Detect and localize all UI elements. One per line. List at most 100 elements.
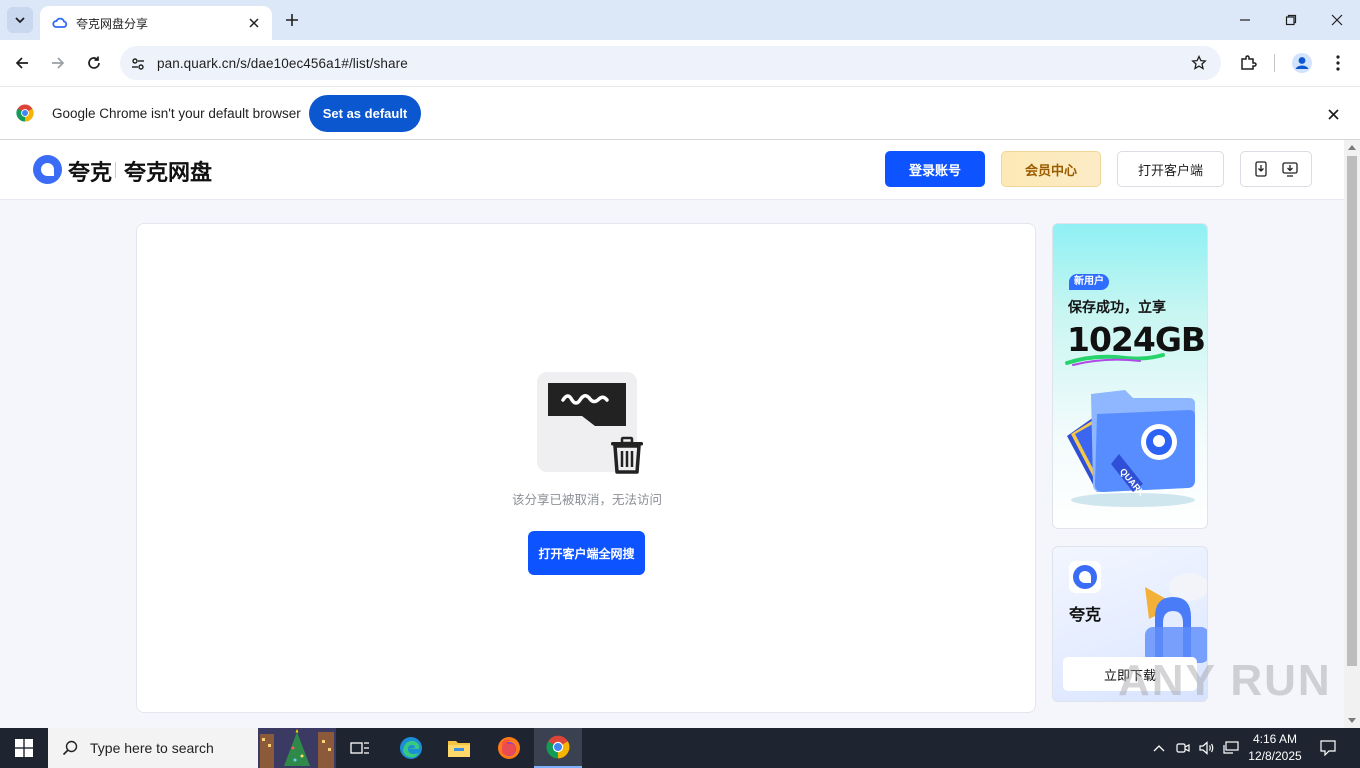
star-icon[interactable] — [1191, 55, 1207, 71]
firefox-icon — [498, 737, 520, 759]
page-content: 夸克 夸克网盘 登录账号 会员中心 打开客户端 该分享已被取消，无法访问 打开客… — [0, 140, 1344, 728]
reload-icon — [88, 56, 100, 69]
clock-time: 4:16 AM — [1252, 732, 1298, 746]
phone-download-icon[interactable] — [1254, 161, 1268, 177]
edge-icon — [400, 737, 422, 759]
close-icon — [249, 18, 259, 28]
new-user-ad-banner[interactable]: 新用户 保存成功，立享 1024GB QUARK — [1052, 223, 1208, 529]
minimize-button[interactable] — [1222, 0, 1268, 40]
scroll-up-icon[interactable] — [1348, 144, 1356, 152]
taskbar-firefox[interactable] — [485, 728, 533, 768]
ad2-brand-name: 夸克 — [1069, 605, 1102, 624]
logo-divider — [115, 162, 116, 178]
login-button[interactable]: 登录账号 — [885, 151, 985, 187]
anyrun-watermark: ANY RUN — [1118, 656, 1332, 705]
task-view-icon — [350, 742, 369, 754]
open-client-search-button[interactable]: 打开客户端全网搜 — [528, 531, 645, 575]
folder-icon — [448, 741, 470, 757]
notification-icon — [1320, 740, 1336, 756]
ad2-illustration — [1145, 573, 1207, 663]
camera-icon — [1176, 743, 1190, 753]
new-tab-button[interactable] — [280, 8, 304, 32]
header-icon-group — [1240, 151, 1312, 187]
infobar-close-button[interactable] — [1322, 103, 1344, 125]
search-icon — [62, 740, 78, 756]
set-default-button[interactable]: Set as default — [309, 95, 421, 132]
restore-button[interactable] — [1268, 0, 1314, 40]
logo-subtitle[interactable]: 夸克网盘 — [124, 155, 212, 187]
tray-meet-now[interactable] — [1172, 728, 1194, 768]
chrome-logo-icon — [16, 104, 34, 122]
quark-app-icon — [1069, 561, 1101, 593]
arrow-left-icon — [15, 57, 28, 69]
infobar-message: Google Chrome isn't your default browser — [52, 106, 301, 121]
windows-taskbar: Type here to search 4:16 AM 12/8/2025 — [0, 728, 1360, 768]
desktop-download-icon[interactable] — [1282, 161, 1298, 177]
tab-strip: 夸克网盘分享 — [0, 0, 1360, 40]
profile-button[interactable] — [1288, 49, 1316, 77]
page-scrollbar[interactable] — [1344, 140, 1360, 728]
taskbar-chrome[interactable] — [534, 728, 582, 768]
cloud-favicon-icon — [52, 17, 68, 28]
start-button[interactable] — [0, 728, 48, 768]
share-content-card: 该分享已被取消，无法访问 打开客户端全网搜 — [136, 223, 1036, 713]
scroll-down-icon[interactable] — [1348, 716, 1356, 724]
taskbar-edge[interactable] — [387, 728, 435, 768]
default-browser-infobar: Google Chrome isn't your default browser… — [0, 86, 1360, 140]
task-view-button[interactable] — [336, 728, 384, 768]
toolbar-divider — [1274, 54, 1275, 72]
taskbar-search-box[interactable]: Type here to search — [48, 728, 336, 768]
tab-close-button[interactable] — [244, 13, 264, 33]
arrow-right-icon — [52, 57, 65, 69]
ad-underline-swoosh — [1065, 353, 1165, 366]
speaker-icon — [1199, 741, 1214, 755]
windows-logo-icon — [15, 739, 33, 757]
quark-folder-illustration: QUARK — [1067, 390, 1195, 507]
scroll-thumb[interactable] — [1347, 156, 1357, 666]
open-client-button[interactable]: 打开客户端 — [1117, 151, 1224, 187]
tray-overflow-button[interactable] — [1148, 728, 1170, 768]
chevron-down-icon — [15, 17, 25, 24]
quark-logo-icon[interactable] — [33, 155, 62, 184]
puzzle-icon — [1241, 55, 1257, 70]
close-icon — [1331, 14, 1343, 26]
share-cancelled-illustration — [537, 372, 643, 474]
share-cancelled-message: 该分享已被取消，无法访问 — [511, 492, 662, 507]
site-header: 夸克 夸克网盘 登录账号 会员中心 打开客户端 — [0, 140, 1344, 200]
close-window-button[interactable] — [1314, 0, 1360, 40]
back-button[interactable] — [8, 49, 36, 77]
url-text[interactable]: pan.quark.cn/s/dae10ec456a1#/list/share — [157, 56, 408, 71]
chrome-icon — [546, 735, 570, 759]
browser-toolbar: pan.quark.cn/s/dae10ec456a1#/list/share — [0, 40, 1360, 86]
kebab-menu-icon — [1336, 55, 1340, 71]
tab-title: 夸克网盘分享 — [76, 16, 149, 31]
restore-icon — [1285, 14, 1297, 26]
address-bar[interactable]: pan.quark.cn/s/dae10ec456a1#/list/share — [120, 46, 1221, 80]
clock-date: 12/8/2025 — [1248, 749, 1302, 763]
vip-center-button[interactable]: 会员中心 — [1001, 151, 1101, 187]
notification-center-button[interactable] — [1310, 728, 1346, 768]
taskbar-file-explorer[interactable] — [435, 728, 483, 768]
plus-icon — [286, 14, 298, 26]
site-settings-icon[interactable] — [130, 56, 146, 72]
reload-button[interactable] — [80, 49, 108, 77]
minimize-icon — [1240, 19, 1250, 21]
ad-headline: 保存成功，立享 — [1068, 300, 1166, 316]
search-highlight-image — [258, 728, 336, 768]
tray-volume[interactable] — [1196, 728, 1218, 768]
close-icon — [1327, 108, 1339, 120]
menu-button[interactable] — [1324, 49, 1352, 77]
chevron-up-icon — [1153, 745, 1165, 752]
network-icon — [1223, 741, 1239, 754]
browser-tab[interactable]: 夸克网盘分享 — [40, 6, 272, 40]
tray-network[interactable] — [1220, 728, 1242, 768]
logo-text[interactable]: 夸克 — [68, 155, 112, 187]
avatar-icon — [1292, 53, 1312, 73]
taskbar-search-placeholder: Type here to search — [90, 740, 214, 756]
tab-search-button[interactable] — [7, 7, 33, 33]
extensions-button[interactable] — [1234, 49, 1262, 77]
forward-button[interactable] — [44, 49, 72, 77]
taskbar-clock[interactable]: 4:16 AM 12/8/2025 — [1248, 731, 1302, 765]
quark-logo-icon — [1073, 565, 1097, 589]
new-user-tag: 新用户 — [1069, 274, 1109, 290]
